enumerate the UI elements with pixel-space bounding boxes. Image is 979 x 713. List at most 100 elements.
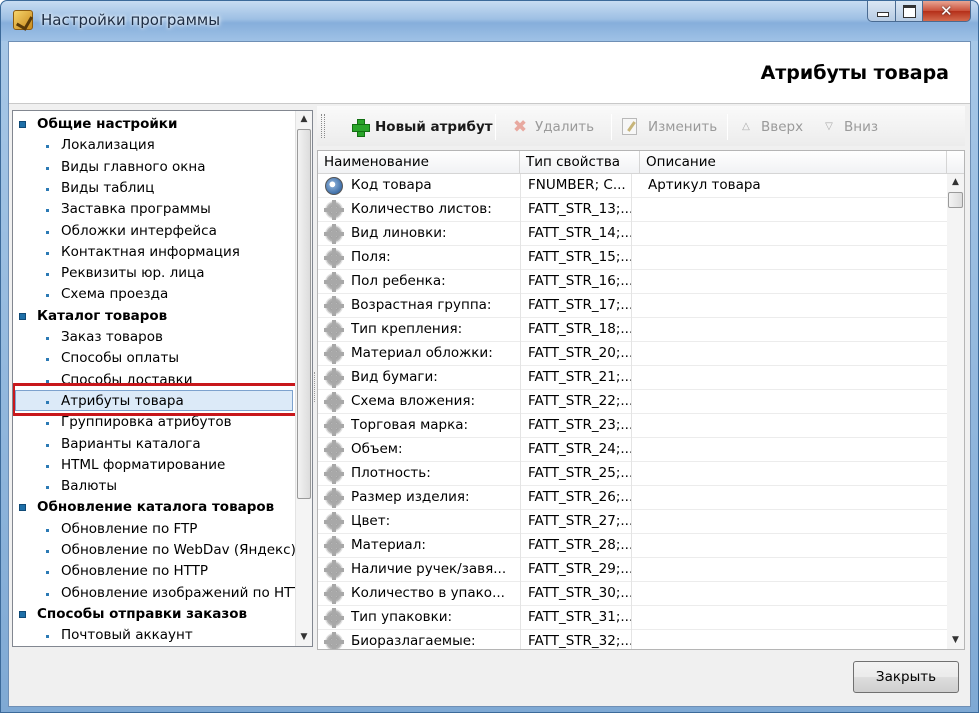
key-icon [325, 177, 343, 195]
item-bullet-icon [46, 486, 49, 490]
table-row[interactable]: Тип упаковки: FATT_STR_31;... [318, 606, 947, 630]
table-row[interactable]: Наличие ручек/завя... FATT_STR_29;... [318, 558, 947, 582]
table-row[interactable]: Поля: FATT_STR_15;... [318, 246, 947, 270]
annotation-highlight-box [13, 383, 299, 416]
table-row[interactable]: Материал обложки: FATT_STR_20;... [318, 342, 947, 366]
item-bullet-icon [46, 358, 49, 362]
scroll-up-icon[interactable]: ▲ [296, 111, 312, 128]
cell-desc [640, 270, 940, 294]
gear-icon [324, 464, 344, 484]
cell-type: FATT_STR_25;... [520, 462, 632, 486]
tree-item-label: Обложки интерфейса [61, 222, 217, 239]
table-row[interactable]: Код товара FNUMBER; C... Артикул товара [318, 174, 947, 198]
gear-icon [324, 368, 344, 388]
scroll-down-icon[interactable]: ▼ [296, 629, 312, 646]
item-bullet-icon [46, 145, 49, 149]
cell-type: FATT_STR_22;... [520, 390, 632, 414]
toolbar-grip[interactable] [321, 114, 325, 138]
table-row[interactable]: Тип крепления: FATT_STR_18;... [318, 318, 947, 342]
close-window-button[interactable]: ✕ [923, 1, 971, 22]
tree-item-label: Варианты каталога [61, 435, 201, 452]
add-icon [351, 118, 370, 137]
cell-desc [640, 582, 940, 606]
tree-item-label: Обновление по HTTP [61, 563, 209, 580]
column-header-description[interactable]: Описание [640, 151, 947, 174]
gear-icon [324, 200, 344, 220]
item-bullet-icon [46, 337, 49, 340]
cell-desc [640, 486, 940, 510]
minimize-button[interactable] [867, 1, 896, 22]
cell-type: FATT_STR_15;... [520, 246, 632, 270]
title-bar[interactable]: Настройки программы ✕ [1, 1, 978, 41]
close-icon: ✕ [940, 2, 953, 20]
gear-icon [324, 440, 344, 460]
table-row[interactable]: Биоразлагаемые: FATT_STR_32;... [318, 630, 947, 649]
scroll-up-icon[interactable]: ▲ [947, 174, 964, 191]
cell-desc [640, 342, 940, 366]
table-row[interactable]: Материал: FATT_STR_28;... [318, 534, 947, 558]
cell-desc [640, 390, 940, 414]
gear-icon [324, 488, 344, 508]
cell-desc [640, 462, 940, 486]
attributes-grid: Наименование Тип свойства Описание Код т… [317, 150, 965, 650]
column-header-name[interactable]: Наименование [318, 151, 520, 174]
arrow-down-icon: ▽ [825, 121, 833, 132]
cell-name: Плотность: [351, 465, 431, 481]
cell-name: Размер изделия: [351, 489, 470, 505]
tree-scrollbar[interactable]: ▲ ▼ [295, 111, 312, 646]
gear-icon [324, 248, 344, 268]
arrow-up-icon: △ [742, 121, 750, 132]
table-row[interactable]: Размер изделия: FATT_STR_26;... [318, 486, 947, 510]
table-row[interactable]: Количество листов: FATT_STR_13;... [318, 198, 947, 222]
gear-icon [324, 344, 344, 364]
close-button[interactable]: Закрыть [853, 661, 959, 693]
cell-desc [640, 414, 940, 438]
window-title: Настройки программы [41, 11, 221, 29]
tree-item-label: Контактная информация [61, 243, 240, 260]
table-row[interactable]: Цвет: FATT_STR_27;... [318, 510, 947, 534]
window-client-area: Атрибуты товара Общие настройки Локализац… [8, 41, 971, 707]
cell-desc [640, 294, 940, 318]
grid-scrollbar[interactable]: ▲ ▼ [947, 174, 964, 649]
cell-type: FATT_STR_14;... [520, 222, 632, 246]
cell-name: Поля: [351, 249, 391, 265]
table-row[interactable]: Плотность: FATT_STR_25;... [318, 462, 947, 486]
cell-desc [640, 366, 940, 390]
grid-scroll-thumb[interactable] [948, 192, 963, 208]
tree-item-label: Виды таблиц [61, 179, 155, 196]
table-row[interactable]: Вид бумаги: FATT_STR_21;... [318, 366, 947, 390]
cell-desc [640, 534, 940, 558]
item-bullet-icon [46, 528, 49, 532]
move-up-label: Вверх [761, 119, 804, 135]
gear-icon [324, 320, 344, 340]
tree-item-label: Обновление изображений по HTTP [61, 584, 309, 601]
tree-item-label: Реквизиты юр. лица [61, 265, 205, 282]
scroll-down-icon[interactable]: ▼ [947, 632, 964, 649]
delete-label: Удалить [535, 119, 595, 135]
gear-icon [324, 584, 344, 604]
cell-name: Количество в упако... [351, 585, 505, 601]
maximize-button[interactable] [896, 1, 923, 22]
table-row[interactable]: Торговая марка: FATT_STR_23;... [318, 414, 947, 438]
gear-icon [324, 560, 344, 580]
table-row[interactable]: Вид линовки: FATT_STR_14;... [318, 222, 947, 246]
cell-type: FATT_STR_23;... [520, 414, 632, 438]
gear-icon [324, 416, 344, 436]
tree-scroll-thumb[interactable] [297, 129, 311, 499]
table-row[interactable]: Объем: FATT_STR_24;... [318, 438, 947, 462]
cell-name: Схема вложения: [351, 393, 476, 409]
cell-desc [640, 510, 940, 534]
table-row[interactable]: Возрастная группа: FATT_STR_17;... [318, 294, 947, 318]
item-bullet-icon [46, 422, 49, 426]
tree-item-label: Схема проезда [61, 286, 169, 303]
window-controls: ✕ [867, 1, 971, 22]
table-row[interactable]: Схема вложения: FATT_STR_22;... [318, 390, 947, 414]
edit-icon [622, 118, 637, 135]
category-bullet-icon [19, 312, 26, 320]
item-bullet-icon [46, 294, 49, 298]
gear-icon [324, 296, 344, 316]
column-header-type[interactable]: Тип свойства [520, 151, 640, 174]
table-row[interactable]: Пол ребенка: FATT_STR_16;... [318, 270, 947, 294]
tree-item-label: Обновление по WebDav (Яндекс) [61, 542, 296, 558]
table-row[interactable]: Количество в упако... FATT_STR_30;... [318, 582, 947, 606]
